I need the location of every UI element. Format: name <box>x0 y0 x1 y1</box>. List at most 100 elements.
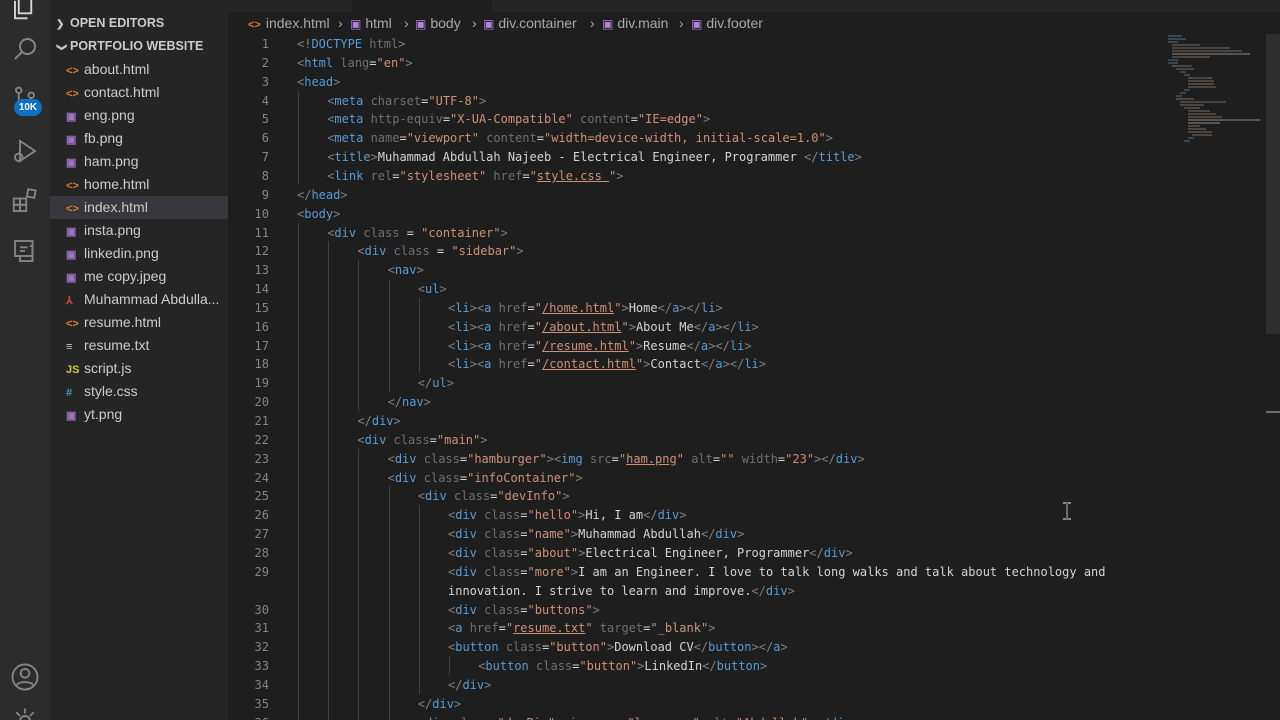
remote-explorer-icon[interactable] <box>10 236 40 266</box>
file-name: fb.png <box>84 130 123 146</box>
file-item[interactable]: ⅄ Muhammad Abdulla... <box>50 288 228 311</box>
code-token: "stylesheet" <box>399 168 487 183</box>
code-token: ul <box>432 376 447 391</box>
line-number: 21 <box>254 414 269 428</box>
code-token: html <box>369 37 399 51</box>
code-token: class <box>393 244 430 259</box>
tab-index-html[interactable] <box>352 0 492 12</box>
code-token: meta <box>334 93 364 108</box>
code-line: <div class="name">Muhammad Abdullah</div… <box>448 525 744 544</box>
breadcrumb-file[interactable]: <> index.html <box>248 12 330 36</box>
file-item[interactable]: ▣ eng.png <box>50 104 228 127</box>
code-line: <button class="button">Download CV</butt… <box>448 638 788 657</box>
file-item[interactable]: <> resume.html <box>50 311 228 334</box>
code-token: </ <box>417 376 433 391</box>
element-icon: ▣ <box>350 17 362 31</box>
code-token: = <box>522 168 530 183</box>
code-line: <div class="infoContainer"> <box>388 469 583 488</box>
file-name: resume.html <box>84 314 162 330</box>
code-token: = <box>520 564 528 579</box>
code-token: ></ <box>679 300 701 315</box>
file-item[interactable]: ▣ insta.png <box>50 219 228 242</box>
code-token: " <box>692 716 699 720</box>
code-token: = <box>429 244 452 259</box>
line-number: 14 <box>254 282 269 297</box>
breadcrumb-item-container[interactable]: ▣ div.container <box>483 12 577 35</box>
code-token: " <box>534 357 542 372</box>
extensions-icon[interactable] <box>10 186 40 216</box>
line-number: 8 <box>261 168 269 183</box>
code-token: ham.png <box>626 451 677 466</box>
file-item[interactable]: ▣ fb.png <box>50 127 228 150</box>
minimap[interactable] <box>1160 34 1266 144</box>
html-file-icon: <> <box>66 203 79 215</box>
file-name: index.html <box>84 199 148 215</box>
file-item[interactable]: ≡ resume.txt <box>50 334 228 357</box>
code-token: </ <box>297 187 312 202</box>
line-number: 12 <box>254 244 269 259</box>
scrollbar-thumb[interactable] <box>1266 34 1280 334</box>
code-token: < <box>417 489 426 504</box>
code-editor[interactable]: <!DOCTYPE html> <html lang="en"> <head> <me… <box>297 34 1157 720</box>
code-token: src <box>589 451 612 466</box>
code-token: > <box>702 112 711 127</box>
code-line: <div class = "container"> <box>327 224 508 243</box>
code-token: <! <box>297 37 312 51</box>
line-number: 31 <box>254 621 269 636</box>
file-item[interactable]: # style.css <box>50 380 228 403</box>
code-token: > <box>857 451 865 466</box>
code-token: > <box>854 150 862 165</box>
project-folder-header[interactable]: ❯ PORTFOLIO WEBSITE <box>50 35 228 57</box>
code-token: Contact <box>650 357 701 372</box>
run-debug-icon[interactable] <box>10 136 40 166</box>
breadcrumb-item-main[interactable]: ▣ div.main <box>602 12 668 35</box>
file-item[interactable]: <> contact.html <box>50 81 228 104</box>
code-token: meta <box>334 112 364 127</box>
account-icon[interactable] <box>10 662 40 692</box>
code-token: </ <box>702 659 717 674</box>
line-number: 27 <box>254 527 269 542</box>
file-item[interactable]: JS script.js <box>50 357 228 380</box>
file-item[interactable]: ▣ linkedin.png <box>50 242 228 265</box>
code-token: >< <box>469 319 485 334</box>
code-token: "main" <box>436 432 481 447</box>
file-item[interactable]: <> index.html <box>50 196 228 219</box>
code-token: > <box>423 395 431 410</box>
line-number: 35 <box>254 696 269 711</box>
file-name: Muhammad Abdulla... <box>84 291 220 307</box>
code-token: Hi, I am <box>585 508 644 523</box>
settings-icon[interactable] <box>10 706 40 720</box>
code-token: class <box>484 545 521 560</box>
code-token: Muhammad Abdullah Najeeb - Electrical En… <box>377 150 805 165</box>
open-editors-header[interactable]: ❯ OPEN EDITORS <box>50 12 228 34</box>
html-file-icon: <> <box>66 65 79 77</box>
file-item[interactable]: ▣ me copy.jpeg <box>50 265 228 288</box>
chevron-right-icon: ❯ <box>56 19 65 30</box>
search-icon[interactable] <box>10 34 40 64</box>
breadcrumb-item-footer[interactable]: ▣ div.footer <box>691 12 763 35</box>
file-item[interactable]: <> home.html <box>50 173 228 196</box>
code-token: /home.html <box>541 300 615 315</box>
code-token: = <box>630 112 638 127</box>
explorer-icon[interactable] <box>10 0 40 22</box>
file-item[interactable]: ▣ yt.png <box>50 403 228 426</box>
code-token: href <box>498 300 528 315</box>
code-token: li <box>455 319 470 334</box>
breadcrumb-item-body[interactable]: ▣ body <box>415 12 461 35</box>
code-token: img <box>561 451 583 466</box>
file-item[interactable]: <> about.html <box>50 58 228 81</box>
code-token: " <box>676 451 684 466</box>
code-token: Electrical Engineer, Programmer <box>585 545 810 560</box>
code-token: div <box>462 677 485 692</box>
code-token: </ <box>387 395 403 410</box>
file-item[interactable]: ▣ ham.png <box>50 150 228 173</box>
code-token: "devPic" <box>497 716 555 720</box>
code-token: = <box>520 527 528 542</box>
code-token: li <box>455 300 470 315</box>
breadcrumb-item-html[interactable]: ▣ html <box>350 12 392 35</box>
line-number: 11 <box>254 225 269 240</box>
code-token: = <box>611 451 619 466</box>
code-line: <li><a href="/home.html">Home</a></li> <box>448 299 723 318</box>
